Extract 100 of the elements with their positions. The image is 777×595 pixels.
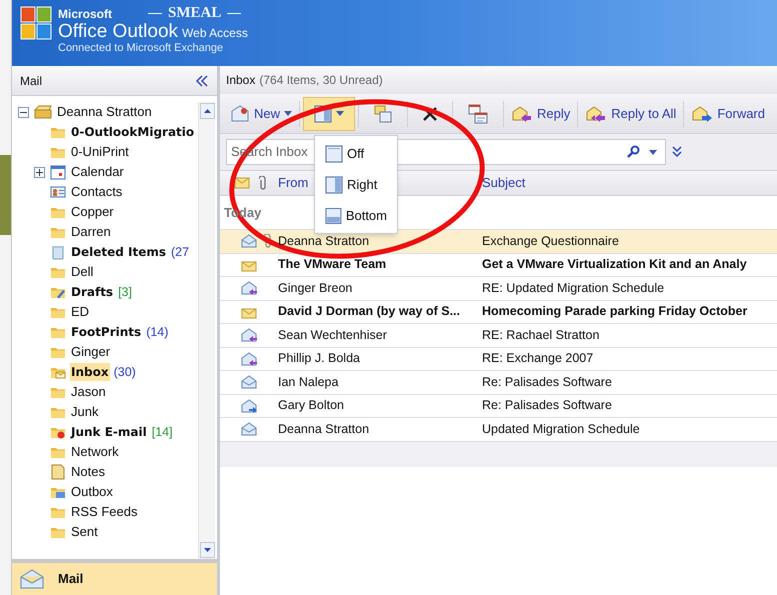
subject-column-header[interactable]: Subject — [482, 173, 526, 193]
message-subject: Exchange Questionnaire — [482, 232, 619, 250]
caret-icon — [649, 150, 657, 154]
message-sender: Gary Bolton — [278, 397, 344, 414]
reading-pane-icon — [325, 144, 343, 162]
new-button[interactable]: New — [226, 96, 296, 130]
message-row[interactable]: Phillip J. Bolda RE: Exchange 2007 — [220, 346, 777, 370]
message-subject: Re: Palisades Software — [482, 374, 612, 391]
folder-item[interactable]: Outbox — [70, 482, 114, 502]
scroll-up-button[interactable] — [200, 103, 214, 119]
reading-pane-icon — [325, 176, 343, 194]
folder-item[interactable]: ED — [70, 302, 90, 322]
reply-all-icon — [585, 104, 608, 122]
mailbox-icon — [33, 104, 53, 120]
collapse-icon[interactable] — [195, 74, 209, 86]
envelope-icon[interactable] — [234, 177, 250, 189]
forward-button[interactable]: Forward — [687, 96, 769, 130]
message-sender: Ginger Breon — [278, 280, 352, 297]
message-sender: Ian Nalepa — [278, 374, 338, 391]
forward-envelope-icon — [240, 398, 258, 414]
folder-item[interactable]: Junk — [70, 402, 100, 422]
menu-item[interactable]: Bottom — [315, 200, 397, 231]
folder-item[interactable]: Jason — [70, 382, 107, 402]
trash-icon — [50, 244, 66, 260]
folder-count: (14) — [146, 324, 168, 341]
folder-item[interactable]: Ginger — [70, 342, 112, 362]
folder-item[interactable]: 0-UniPrint — [70, 142, 130, 162]
message-sender: David J Dorman (by way of S... — [278, 303, 460, 320]
message-subject: Re: Palisades Software — [482, 397, 612, 414]
folder-item[interactable]: Calendar — [70, 162, 125, 182]
open-envelope-icon — [240, 374, 258, 390]
folder-item[interactable]: Sent — [70, 522, 99, 542]
move-folder-icon — [373, 104, 394, 124]
folder-item[interactable]: Network — [70, 442, 120, 462]
open-envelope-icon — [240, 233, 258, 250]
new-mail-icon — [230, 104, 250, 122]
folder-count: [3] — [118, 284, 132, 301]
folder-count: (30) — [114, 364, 136, 381]
message-row[interactable]: Ginger Breon RE: Updated Migration Schedule — [220, 276, 777, 300]
forward-icon — [691, 104, 714, 122]
folder-item[interactable]: Copper — [70, 202, 115, 222]
reply-all-button[interactable]: Reply to All — [581, 96, 680, 130]
folder-item[interactable]: Junk E-mail — [70, 423, 148, 441]
message-sender: Sean Wechtenhiser — [278, 326, 387, 344]
contact-card-icon — [50, 184, 66, 200]
plus-icon — [36, 168, 43, 176]
message-sender: The VMware Team — [278, 256, 386, 274]
message-row[interactable]: Sean Wechtenhiser RE: Rachael Stratton — [220, 323, 777, 346]
inbox-title: Inbox — [226, 72, 256, 89]
message-subject: RE: Updated Migration Schedule — [482, 280, 664, 297]
office-logo — [20, 6, 52, 40]
folder-item[interactable]: Drafts — [70, 283, 114, 301]
scroll-down-button[interactable] — [200, 542, 214, 558]
organization-name: SMEAL — [168, 6, 222, 21]
product-suffix: Web Access — [182, 27, 248, 39]
folder-item[interactable]: Contacts — [70, 182, 124, 202]
nav-title: Mail — [20, 72, 42, 90]
expand-toggle[interactable] — [34, 166, 45, 178]
mail-nav-button[interactable]: Mail — [12, 559, 217, 595]
menu-item[interactable]: Right — [315, 169, 397, 200]
message-subject: Updated Migration Schedule — [482, 420, 640, 438]
company-name: Microsoft — [58, 8, 112, 20]
message-row[interactable]: Deanna Stratton Exchange Questionnaire — [220, 229, 777, 252]
reply-envelope-icon — [240, 280, 258, 296]
delete-icon — [422, 106, 438, 122]
reply-envelope-icon — [240, 327, 258, 344]
folder-item[interactable]: Notes — [70, 462, 106, 482]
mailbox-name[interactable]: Deanna Stratton — [57, 102, 152, 122]
reading-pane-icon — [325, 206, 342, 224]
from-column-header[interactable]: From — [278, 173, 308, 193]
scrollbar[interactable] — [198, 102, 215, 559]
search-icon[interactable] — [627, 145, 641, 159]
folder-item[interactable]: Deleted Items — [70, 243, 167, 261]
message-sender: Phillip J. Bolda — [278, 350, 360, 368]
envelope-icon — [20, 569, 44, 589]
product-name: Office Outlook — [58, 22, 178, 41]
folder-item[interactable]: Dell — [70, 262, 94, 282]
expand-icon[interactable] — [672, 146, 682, 158]
message-row[interactable]: Ian Nalepa Re: Palisades Software — [220, 370, 777, 394]
message-row[interactable]: Gary Bolton Re: Palisades Software — [220, 394, 777, 417]
folder-item[interactable]: RSS Feeds — [70, 502, 138, 522]
message-row[interactable]: The VMware Team Get a VMware Virtualization Kit and an Analy — [220, 252, 777, 276]
folder-item[interactable]: 0-OutlookMigratio — [70, 123, 196, 141]
folder-item[interactable]: Inbox — [70, 363, 110, 381]
calendar-icon — [50, 164, 66, 180]
caret-icon — [284, 111, 292, 116]
reply-button[interactable]: Reply — [507, 96, 574, 130]
up-arrow-icon — [204, 109, 210, 113]
paperclip-icon[interactable] — [259, 176, 267, 190]
message-sender: Deanna Stratton — [278, 232, 370, 250]
message-subject: Get a VMware Virtualization Kit and an Analy — [482, 256, 747, 274]
folder-item[interactable]: Darren — [70, 222, 112, 242]
reply-envelope-icon — [240, 350, 258, 367]
down-arrow-icon — [204, 548, 210, 552]
documents-icon — [467, 102, 490, 124]
reply-icon — [511, 104, 534, 122]
folder-item[interactable]: FootPrints — [70, 323, 142, 341]
expand-toggle[interactable] — [18, 106, 29, 118]
message-row[interactable]: David J Dorman (by way of S... Homecoming Parade parking Friday October — [220, 300, 777, 323]
open-envelope-icon — [240, 421, 258, 438]
